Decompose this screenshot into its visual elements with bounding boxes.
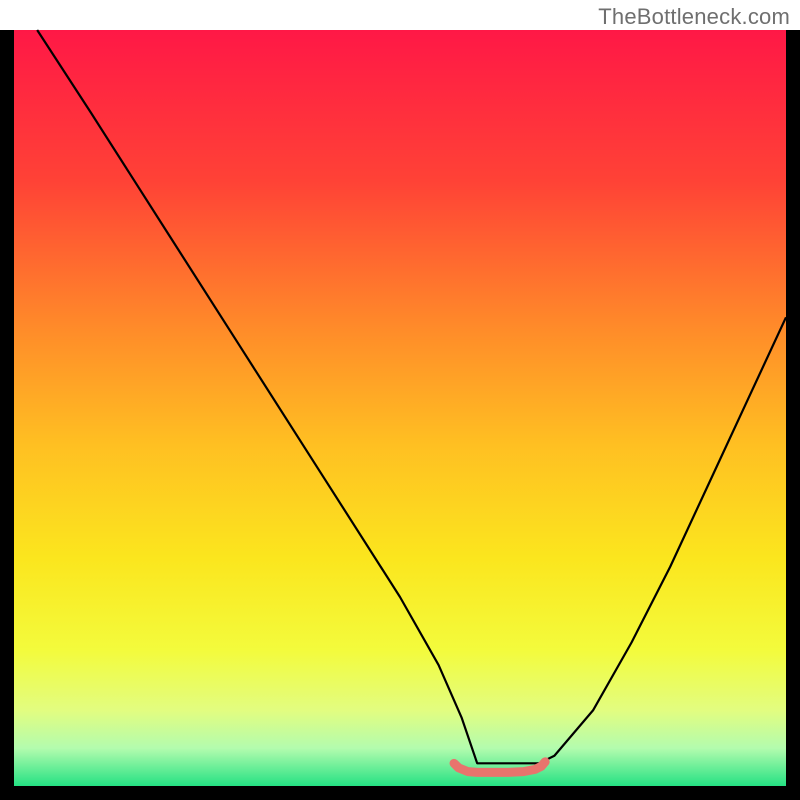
frame-bar [0, 30, 14, 800]
chart-svg [0, 0, 800, 800]
chart-container: TheBottleneck.com [0, 0, 800, 800]
frame-bar [0, 786, 800, 800]
watermark-text: TheBottleneck.com [598, 4, 790, 30]
frame-bar [786, 30, 800, 800]
plot-background [14, 30, 786, 786]
